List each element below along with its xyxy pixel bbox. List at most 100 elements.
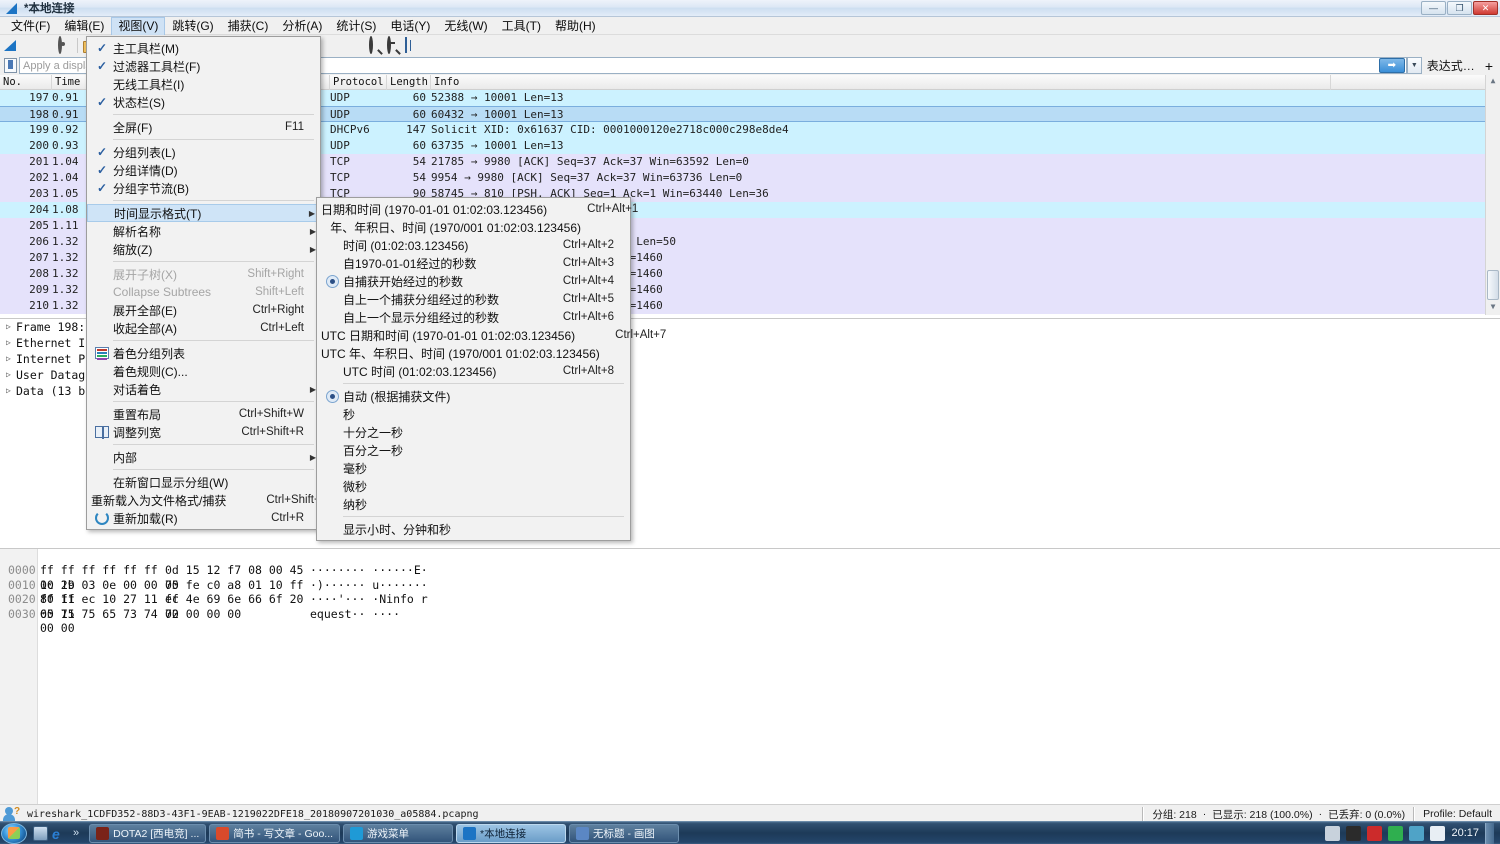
view-menu-item-12[interactable]: 解析名称▶: [87, 222, 320, 240]
hex-dump-row[interactable]: 003065 71 75 65 73 74 00 0000 00 00 00eq…: [0, 607, 1500, 622]
view-menu-item-5[interactable]: 全屏(F)F11: [87, 118, 320, 136]
time-format-item-9[interactable]: UTC 时间 (01:02:03.123456)Ctrl+Alt+8: [317, 362, 630, 380]
taskbar-button-2[interactable]: 游戏菜单: [343, 824, 453, 843]
network-icon[interactable]: [1409, 826, 1424, 841]
add-filter-button[interactable]: +: [1480, 58, 1498, 74]
menubar-item-9[interactable]: 工具(T): [495, 17, 548, 34]
view-menu-item-2[interactable]: 无线工具栏(I): [87, 75, 320, 93]
packet-list-column-header[interactable]: No.: [0, 75, 52, 90]
show-desktop-button[interactable]: [1485, 823, 1494, 844]
volume-icon[interactable]: [1430, 826, 1445, 841]
internet-explorer-icon[interactable]: e: [52, 826, 67, 841]
time-format-item-3[interactable]: 自1970-01-01经过的秒数Ctrl+Alt+3: [317, 254, 630, 272]
packet-list-scrollbar[interactable]: ▲ ▼: [1485, 75, 1500, 315]
expand-triangle-icon[interactable]: ▷: [6, 383, 16, 399]
expand-triangle-icon[interactable]: ▷: [6, 367, 16, 383]
expert-info-icon[interactable]: ?: [3, 806, 21, 822]
start-button[interactable]: [1, 823, 27, 844]
stop-capture-icon[interactable]: [21, 38, 36, 53]
time-format-item-11[interactable]: 自动 (根据捕获文件): [317, 387, 630, 405]
time-format-item-13[interactable]: 十分之一秒: [317, 423, 630, 441]
qq-penguin-icon[interactable]: [1346, 826, 1361, 841]
menubar-item-4[interactable]: 捕获(C): [221, 17, 276, 34]
view-menu-item-31[interactable]: 重新加载(R)Ctrl+R: [87, 509, 320, 527]
resize-columns-icon[interactable]: [404, 38, 419, 53]
filter-history-dropdown[interactable]: ▼: [1407, 57, 1422, 74]
menubar-item-10[interactable]: 帮助(H): [548, 17, 603, 34]
view-menu-item-27[interactable]: 内部▶: [87, 448, 320, 466]
capture-options-icon[interactable]: [57, 38, 72, 53]
expand-triangle-icon[interactable]: ▷: [6, 319, 16, 335]
time-display-format-submenu[interactable]: 日期和时间 (1970-01-01 01:02:03.123456)Ctrl+A…: [316, 197, 631, 541]
hex-dump-row[interactable]: 0020ff ff ec 10 27 11 00 15ec 4e 69 6e 6…: [0, 592, 1500, 607]
time-format-item-0[interactable]: 日期和时间 (1970-01-01 01:02:03.123456)Ctrl+A…: [317, 200, 630, 218]
view-menu-item-1[interactable]: ✓过滤器工具栏(F): [87, 57, 320, 75]
view-menu-item-21[interactable]: 着色规则(C)...: [87, 362, 320, 380]
time-format-item-1[interactable]: 年、年积日、时间 (1970/001 01:02:03.123456): [317, 218, 630, 236]
taskbar-button-0[interactable]: DOTA2 [西电竞] ...: [89, 824, 206, 843]
expand-triangle-icon[interactable]: ▷: [6, 335, 16, 351]
menubar-item-1[interactable]: 编辑(E): [57, 17, 111, 34]
menubar-item-2[interactable]: 视图(V): [111, 17, 165, 35]
taskbar-button-1[interactable]: 简书 - 写文章 - Goo...: [209, 824, 340, 843]
hex-dump-row[interactable]: 001000 29 03 0e 00 00 80 1175 fe c0 a8 0…: [0, 578, 1500, 593]
time-format-item-6[interactable]: 自上一个显示分组经过的秒数Ctrl+Alt+6: [317, 308, 630, 326]
zoom-in-icon[interactable]: [368, 38, 383, 53]
view-menu-item-11[interactable]: 时间显示格式(T)▶: [87, 204, 320, 222]
battery-icon[interactable]: [1388, 826, 1403, 841]
maximize-button[interactable]: ❐: [1447, 1, 1472, 15]
view-menu-item-18[interactable]: 收起全部(A)Ctrl+Left: [87, 319, 320, 337]
view-menu-item-7[interactable]: ✓分组列表(L): [87, 143, 320, 161]
chevron-more-icon[interactable]: »: [73, 827, 79, 839]
time-format-item-15[interactable]: 毫秒: [317, 459, 630, 477]
scrollbar-thumb[interactable]: [1487, 270, 1499, 300]
view-menu-item-8[interactable]: ✓分组详情(D): [87, 161, 320, 179]
view-menu-item-20[interactable]: 着色分组列表: [87, 344, 320, 362]
menubar-item-3[interactable]: 跳转(G): [165, 17, 220, 34]
zoom-out-icon[interactable]: [386, 38, 401, 53]
hidden-icons-icon[interactable]: [1325, 826, 1340, 841]
taskbar-clock[interactable]: 20:17: [1451, 827, 1479, 839]
start-capture-icon[interactable]: [3, 38, 18, 53]
packet-list-column-header[interactable]: Length: [387, 75, 431, 90]
view-menu-item-3[interactable]: ✓状态栏(S): [87, 93, 320, 111]
time-format-item-8[interactable]: UTC 年、年积日、时间 (1970/001 01:02:03.123456): [317, 344, 630, 362]
view-menu-item-13[interactable]: 缩放(Z)▶: [87, 240, 320, 258]
view-menu-item-29[interactable]: 在新窗口显示分组(W): [87, 473, 320, 491]
packet-list-column-header[interactable]: Info: [431, 75, 1331, 90]
show-desktop-icon[interactable]: [33, 826, 48, 841]
view-menu-item-25[interactable]: 调整列宽Ctrl+Shift+R: [87, 423, 320, 441]
view-menu-popup[interactable]: ✓主工具栏(M)✓过滤器工具栏(F)无线工具栏(I)✓状态栏(S) 全屏(F)F1…: [86, 36, 321, 530]
time-format-item-5[interactable]: 自上一个捕获分组经过的秒数Ctrl+Alt+5: [317, 290, 630, 308]
profile-label[interactable]: Profile: Default: [1423, 808, 1500, 820]
time-format-item-7[interactable]: UTC 日期和时间 (1970-01-01 01:02:03.123456)Ct…: [317, 326, 630, 344]
time-format-item-2[interactable]: 时间 (01:02:03.123456)Ctrl+Alt+2: [317, 236, 630, 254]
view-menu-item-0[interactable]: ✓主工具栏(M): [87, 39, 320, 57]
menubar-item-8[interactable]: 无线(W): [437, 17, 494, 34]
menubar-item-5[interactable]: 分析(A): [275, 17, 329, 34]
taskbar-button-4[interactable]: 无标题 - 画图: [569, 824, 679, 843]
close-button[interactable]: ✕: [1473, 1, 1498, 15]
taskbar-button-3[interactable]: *本地连接: [456, 824, 566, 843]
apply-filter-button[interactable]: ➡: [1379, 58, 1405, 73]
restart-capture-icon[interactable]: [39, 38, 54, 53]
menubar-item-6[interactable]: 统计(S): [329, 17, 383, 34]
view-menu-item-30[interactable]: 重新载入为文件格式/捕获Ctrl+Shift+F: [87, 491, 320, 509]
security-icon[interactable]: [1367, 826, 1382, 841]
expand-triangle-icon[interactable]: ▷: [6, 351, 16, 367]
filter-bookmark-icon[interactable]: [4, 58, 17, 73]
view-menu-item-17[interactable]: 展开全部(E)Ctrl+Right: [87, 301, 320, 319]
filter-expression-button[interactable]: 表达式…: [1422, 57, 1480, 74]
time-format-item-19[interactable]: 显示小时、分钟和秒: [317, 520, 630, 538]
menubar-item-0[interactable]: 文件(F): [4, 17, 57, 34]
view-menu-item-24[interactable]: 重置布局Ctrl+Shift+W: [87, 405, 320, 423]
time-format-item-4[interactable]: 自捕获开始经过的秒数Ctrl+Alt+4: [317, 272, 630, 290]
scroll-up-arrow[interactable]: ▲: [1487, 76, 1499, 88]
time-format-item-12[interactable]: 秒: [317, 405, 630, 423]
view-menu-item-9[interactable]: ✓分组字节流(B): [87, 179, 320, 197]
minimize-button[interactable]: —: [1421, 1, 1446, 15]
time-format-item-16[interactable]: 微秒: [317, 477, 630, 495]
time-format-item-17[interactable]: 纳秒: [317, 495, 630, 513]
time-format-item-14[interactable]: 百分之一秒: [317, 441, 630, 459]
view-menu-item-22[interactable]: 对话着色▶: [87, 380, 320, 398]
